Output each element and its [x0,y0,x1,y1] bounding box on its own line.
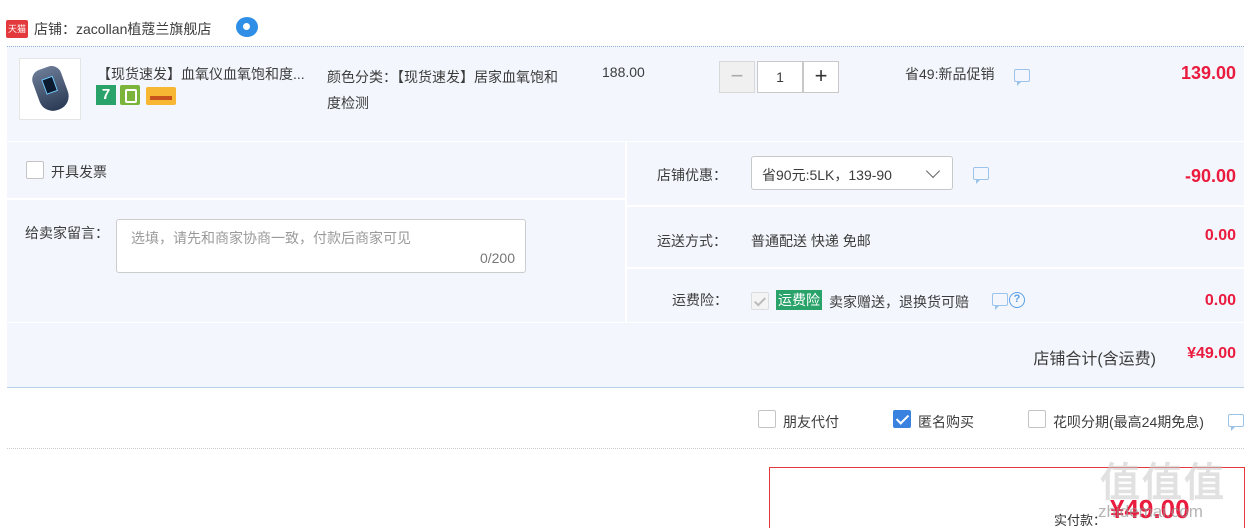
note-char-count: 0/200 [479,250,515,266]
insurance-checkbox [751,292,769,310]
divider [627,267,1244,269]
invoice-label[interactable]: 开具发票 [51,162,107,182]
card-badge-icon[interactable] [146,87,176,105]
watermark-site: zhidemai.com [1098,502,1203,521]
divider [7,448,1244,449]
item-row: 【现货速发】血氧仪血氧饱和度... 7 颜色分类：【现货速发】居家血氧饱和度检测… [7,46,1244,141]
anonymous-label[interactable]: 匿名购买 [918,412,974,432]
huabei-checkbox[interactable] [1028,410,1046,428]
divider [7,198,625,200]
friend-pay-label[interactable]: 朋友代付 [783,412,839,432]
invoice-checkbox[interactable] [26,161,44,179]
shipping-label: 运送方式： [657,233,727,249]
coupon-selected: 省90元:5LK，139-90 [762,167,892,183]
note-label: 给卖家留言： [25,225,109,241]
insurance-tag: 运费险 [776,290,822,310]
comment-icon[interactable] [1014,69,1030,86]
anonymous-checkbox[interactable] [893,410,911,428]
item-subtotal: 139.00 [1180,63,1236,83]
shipping-method: 普通配送 快递 免邮 [751,233,871,249]
shop-name[interactable]: 店铺：zacollan植蔻兰旗舰店 [34,19,211,39]
promotion-label: 省49:新品促销 [905,66,995,82]
huabei-label[interactable]: 花呗分期(最高24期免息) [1053,412,1204,432]
bag-badge-icon[interactable] [120,85,140,105]
product-title[interactable]: 【现货速发】血氧仪血氧饱和度... [97,64,305,84]
unit-price: 188.00 [602,64,645,80]
quantity-decrease-button[interactable]: − [719,61,755,93]
insurance-value: 0.00 [1204,292,1236,309]
product-thumbnail[interactable] [19,58,81,120]
seven-day-return-icon[interactable]: 7 [96,85,116,105]
shop-total-label: 店铺合计(含运费) [1033,351,1156,368]
shop-total-row: 店铺合计(含运费) ¥49.00 [7,323,1244,388]
oximeter-image [29,63,73,115]
seller-note-input[interactable]: 选填，请先和商家协商一致，付款后商家可见 0/200 [116,219,526,273]
wangwang-chat-icon[interactable] [236,17,258,37]
coupon-comment-icon[interactable] [973,167,989,184]
order-options-right: 店铺优惠： 省90元:5LK，139-90 -90.00 运送方式： 普通配送 … [627,142,1244,322]
huabei-comment-icon[interactable] [1228,414,1244,431]
insurance-comment-icon[interactable] [992,293,1008,310]
order-options-left: 开具发票 给卖家留言： 选填，请先和商家协商一致，付款后商家可见 0/200 [7,142,625,322]
shipping-value: 0.00 [1204,227,1236,244]
coupon-label: 店铺优惠： [657,167,727,183]
watermark-logo: 值值值 [1100,461,1226,505]
tmall-logo: 天猫 [6,20,28,38]
insurance-label: 运费险： [672,292,728,308]
shop-total-value: ¥49.00 [1187,345,1236,362]
help-icon[interactable]: ? [1009,292,1025,308]
coupon-select[interactable]: 省90元:5LK，139-90 [751,156,953,190]
divider [627,205,1244,207]
quantity-input[interactable]: 1 [757,61,803,93]
friend-pay-checkbox[interactable] [758,410,776,428]
chevron-down-icon [925,163,941,179]
insurance-text: 卖家赠送，退换货可赔 [829,294,969,310]
sku-info: 颜色分类：【现货速发】居家血氧饱和度检测 [327,69,558,111]
coupon-value: -90.00 [1184,166,1236,186]
quantity-increase-button[interactable]: + [803,61,839,93]
note-placeholder: 选填，请先和商家协商一致，付款后商家可见 [131,230,411,246]
